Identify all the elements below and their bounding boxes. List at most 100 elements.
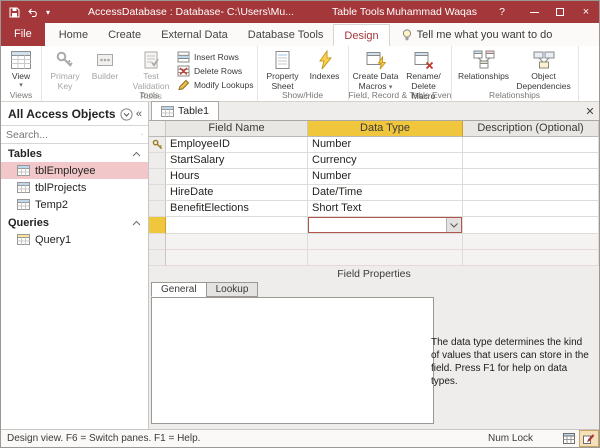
nav-item-tblprojects[interactable]: tblProjects bbox=[1, 179, 148, 196]
primary-key-button[interactable]: Primary Key bbox=[45, 48, 85, 93]
row-selector[interactable] bbox=[149, 234, 166, 250]
field-row-hiredate[interactable]: HireDateDate/Time bbox=[149, 185, 599, 201]
field-name-cell[interactable]: BenefitElections bbox=[166, 201, 308, 217]
property-grid[interactable] bbox=[151, 297, 434, 424]
delete-rows-button[interactable]: Delete Rows bbox=[177, 64, 254, 77]
tab-general[interactable]: General bbox=[151, 282, 206, 297]
create-data-macros-button[interactable]: Create Data Macros ▾ bbox=[352, 48, 400, 93]
description-cell[interactable] bbox=[463, 250, 599, 266]
object-dependencies-label: Object Dependencies bbox=[514, 72, 574, 92]
tab-lookup[interactable]: Lookup bbox=[206, 282, 259, 297]
combo-dropdown-button[interactable] bbox=[446, 218, 461, 232]
datasheet-view-button[interactable] bbox=[559, 430, 579, 447]
data-type-combobox[interactable] bbox=[308, 217, 462, 233]
close-button[interactable]: × bbox=[573, 1, 599, 23]
user-name[interactable]: Muhammad Waqas bbox=[386, 6, 477, 18]
relationships-button[interactable]: Relationships bbox=[455, 48, 513, 83]
field-name-cell[interactable]: EmployeeID bbox=[166, 137, 308, 153]
row-selector[interactable] bbox=[149, 201, 166, 217]
nav-group-tables[interactable]: Tables bbox=[1, 144, 148, 162]
object-dependencies-icon bbox=[533, 49, 555, 71]
description-cell[interactable] bbox=[463, 169, 599, 185]
empty-field-row[interactable] bbox=[149, 234, 599, 250]
tab-design[interactable]: Design bbox=[333, 24, 389, 46]
field-name-cell[interactable] bbox=[166, 217, 308, 234]
tab-home[interactable]: Home bbox=[49, 24, 98, 46]
current-field-row[interactable] bbox=[149, 217, 599, 234]
nav-item-tblemployee[interactable]: tblEmployee bbox=[1, 162, 148, 179]
group-label-relationships: Relationships bbox=[452, 90, 578, 100]
data-type-cell[interactable] bbox=[308, 250, 463, 266]
row-selector[interactable] bbox=[149, 153, 166, 169]
nav-search-box[interactable] bbox=[1, 125, 148, 144]
design-view-button[interactable] bbox=[579, 430, 599, 447]
data-type-cell[interactable]: Date/Time bbox=[308, 185, 463, 201]
grid-body: EmployeeIDNumberStartSalaryCurrencyHours… bbox=[149, 137, 599, 217]
tell-me-box[interactable]: Tell me what you want to do bbox=[402, 24, 553, 46]
undo-button[interactable] bbox=[27, 8, 39, 17]
shutter-bar-close-button[interactable]: « bbox=[136, 108, 142, 120]
modify-lookups-icon bbox=[177, 79, 190, 91]
tab-external-data[interactable]: External Data bbox=[151, 24, 238, 46]
lightbulb-icon bbox=[402, 29, 412, 42]
field-row-hours[interactable]: HoursNumber bbox=[149, 169, 599, 185]
nav-group-queries[interactable]: Queries bbox=[1, 213, 148, 231]
indexes-button[interactable]: Indexes bbox=[305, 48, 345, 83]
save-button[interactable] bbox=[9, 7, 20, 18]
primary-key-row-icon bbox=[152, 139, 163, 150]
document-tab-table1[interactable]: Table1 bbox=[151, 101, 219, 120]
empty-field-row[interactable] bbox=[149, 250, 599, 266]
property-sheet-button[interactable]: Property Sheet bbox=[261, 48, 305, 93]
table-design-grid: Field Name Data Type Description (Option… bbox=[149, 121, 599, 266]
table-icon bbox=[17, 182, 30, 193]
field-row-startsalary[interactable]: StartSalaryCurrency bbox=[149, 153, 599, 169]
object-dependencies-button[interactable]: Object Dependencies bbox=[513, 48, 575, 93]
relationships-icon bbox=[473, 49, 495, 71]
field-name-cell[interactable] bbox=[166, 234, 308, 250]
row-selector[interactable] bbox=[149, 169, 166, 185]
row-selector[interactable] bbox=[149, 185, 166, 201]
description-cell[interactable] bbox=[463, 234, 599, 250]
data-type-cell[interactable] bbox=[308, 217, 463, 234]
field-row-benefitelections[interactable]: BenefitElectionsShort Text bbox=[149, 201, 599, 217]
description-cell[interactable] bbox=[463, 185, 599, 201]
modify-lookups-label: Modify Lookups bbox=[194, 80, 254, 90]
data-type-cell[interactable]: Currency bbox=[308, 153, 463, 169]
field-name-header: Field Name bbox=[166, 121, 308, 137]
minimize-button[interactable] bbox=[521, 1, 547, 23]
data-type-cell[interactable] bbox=[308, 234, 463, 250]
field-name-cell[interactable] bbox=[166, 250, 308, 266]
help-button[interactable]: ? bbox=[493, 6, 511, 18]
row-selector[interactable] bbox=[149, 137, 166, 153]
nav-menu-button[interactable] bbox=[120, 108, 133, 121]
save-icon bbox=[9, 7, 20, 18]
tab-file[interactable]: File bbox=[1, 23, 45, 46]
search-input[interactable] bbox=[6, 129, 141, 141]
view-button[interactable]: View ▾ bbox=[4, 48, 38, 90]
row-selector[interactable] bbox=[149, 250, 166, 266]
description-cell[interactable] bbox=[463, 153, 599, 169]
field-name-cell[interactable]: Hours bbox=[166, 169, 308, 185]
property-sheet-label: Property Sheet bbox=[262, 72, 304, 92]
nav-group-label: Queries bbox=[8, 217, 132, 229]
field-row-employeeid[interactable]: EmployeeIDNumber bbox=[149, 137, 599, 153]
field-name-cell[interactable]: StartSalary bbox=[166, 153, 308, 169]
data-type-cell[interactable]: Number bbox=[308, 137, 463, 153]
insert-rows-button[interactable]: Insert Rows bbox=[177, 50, 254, 63]
data-type-cell[interactable]: Short Text bbox=[308, 201, 463, 217]
description-cell[interactable] bbox=[463, 137, 599, 153]
builder-icon bbox=[95, 49, 115, 71]
nav-item-temp2[interactable]: Temp2 bbox=[1, 196, 148, 213]
tab-database-tools[interactable]: Database Tools bbox=[238, 24, 334, 46]
maximize-button[interactable] bbox=[547, 1, 573, 23]
qat-customize-button[interactable]: ▾ bbox=[46, 8, 50, 17]
description-cell[interactable] bbox=[463, 201, 599, 217]
tab-create[interactable]: Create bbox=[98, 24, 151, 46]
description-cell[interactable] bbox=[463, 217, 599, 234]
builder-button[interactable]: Builder bbox=[85, 48, 125, 83]
current-row-selector[interactable] bbox=[149, 217, 166, 234]
data-type-cell[interactable]: Number bbox=[308, 169, 463, 185]
close-object-button[interactable]: ✕ bbox=[581, 105, 599, 120]
field-name-cell[interactable]: HireDate bbox=[166, 185, 308, 201]
nav-item-query1[interactable]: Query1 bbox=[1, 231, 148, 248]
